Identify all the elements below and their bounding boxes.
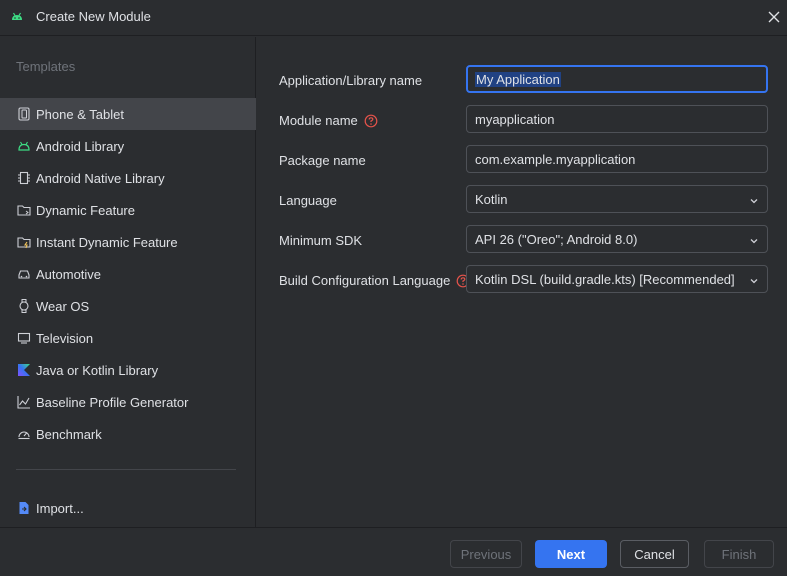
build-config-label-wrap: Build Configuration Language xyxy=(279,273,470,288)
template-label: Automotive xyxy=(36,266,102,282)
window-title: Create New Module xyxy=(36,9,151,24)
build-config-label: Build Configuration Language xyxy=(279,273,451,288)
module-name-input[interactable]: myapplication xyxy=(466,105,768,133)
native-library-icon xyxy=(17,171,31,185)
templates-sidebar: Templates Phone & Tablet Android Library… xyxy=(0,37,256,527)
template-label: Phone & Tablet xyxy=(36,106,124,122)
car-icon xyxy=(17,267,31,281)
template-label: Android Native Library xyxy=(36,170,165,186)
module-name-label-wrap: Module name xyxy=(279,113,378,128)
template-wear-os[interactable]: Wear OS xyxy=(0,290,256,322)
template-label: Benchmark xyxy=(36,426,102,442)
sidebar-divider xyxy=(16,469,236,470)
module-name-label: Module name xyxy=(279,113,358,128)
instant-feature-icon xyxy=(17,235,31,249)
watch-icon xyxy=(17,299,31,313)
template-label: Android Library xyxy=(36,138,125,154)
module-form: Application/Library name My Application … xyxy=(257,37,787,527)
android-icon xyxy=(17,139,31,153)
chevron-down-icon xyxy=(749,234,759,244)
cancel-button[interactable]: Cancel xyxy=(620,540,689,568)
import-section: Import... xyxy=(0,492,256,524)
template-television[interactable]: Television xyxy=(0,322,256,354)
tv-icon xyxy=(17,331,31,345)
build-config-value: Kotlin DSL (build.gradle.kts) [Recommend… xyxy=(475,271,735,287)
app-name-row: Application/Library name My Application xyxy=(257,65,787,97)
app-name-input[interactable]: My Application xyxy=(466,65,768,93)
build-config-dropdown[interactable]: Kotlin DSL (build.gradle.kts) [Recommend… xyxy=(466,265,768,293)
language-value: Kotlin xyxy=(475,191,508,207)
android-icon xyxy=(10,10,24,24)
module-name-row: Module name myapplication xyxy=(257,105,787,137)
dynamic-feature-icon xyxy=(17,203,31,217)
template-label: Baseline Profile Generator xyxy=(36,394,189,410)
template-baseline-profile-generator[interactable]: Baseline Profile Generator xyxy=(0,386,256,418)
app-name-label: Application/Library name xyxy=(279,73,423,88)
import-file-icon xyxy=(17,501,31,515)
import-label: Import... xyxy=(36,500,84,516)
finish-button[interactable]: Finish xyxy=(704,540,774,568)
package-name-value: com.example.myapplication xyxy=(475,151,636,167)
close-icon[interactable] xyxy=(764,7,784,27)
build-config-row: Build Configuration Language Kotlin DSL … xyxy=(257,265,787,297)
app-name-value: My Application xyxy=(475,71,561,87)
template-label: Wear OS xyxy=(36,298,90,314)
title-bar: Create New Module xyxy=(0,0,787,36)
min-sdk-label: Minimum SDK xyxy=(279,233,363,248)
baseline-chart-icon xyxy=(17,395,31,409)
language-label: Language xyxy=(279,193,337,208)
min-sdk-value: API 26 ("Oreo"; Android 8.0) xyxy=(475,231,638,247)
template-automotive[interactable]: Automotive xyxy=(0,258,256,290)
template-label: Instant Dynamic Feature xyxy=(36,234,178,250)
dialog-footer: Previous Next Cancel Finish xyxy=(0,527,787,576)
next-button[interactable]: Next xyxy=(535,540,607,568)
template-dynamic-feature[interactable]: Dynamic Feature xyxy=(0,194,256,226)
previous-button[interactable]: Previous xyxy=(450,540,522,568)
help-icon[interactable] xyxy=(364,114,378,128)
min-sdk-row: Minimum SDK API 26 ("Oreo"; Android 8.0) xyxy=(257,225,787,257)
template-label: Java or Kotlin Library xyxy=(36,362,159,378)
kotlin-icon xyxy=(17,363,31,377)
template-android-library[interactable]: Android Library xyxy=(0,130,256,162)
templates-heading: Templates xyxy=(16,59,76,74)
chevron-down-icon xyxy=(749,194,759,204)
template-list: Phone & Tablet Android Library Android N… xyxy=(0,98,256,450)
template-instant-dynamic-feature[interactable]: Instant Dynamic Feature xyxy=(0,226,256,258)
phone-tablet-icon xyxy=(17,107,31,121)
template-phone-tablet[interactable]: Phone & Tablet xyxy=(0,98,256,130)
language-row: Language Kotlin xyxy=(257,185,787,217)
package-name-row: Package name com.example.myapplication xyxy=(257,145,787,177)
chevron-down-icon xyxy=(749,274,759,284)
package-name-input[interactable]: com.example.myapplication xyxy=(466,145,768,173)
package-name-label: Package name xyxy=(279,153,366,168)
module-name-value: myapplication xyxy=(475,111,555,127)
template-label: Television xyxy=(36,330,94,346)
template-java-kotlin-library[interactable]: Java or Kotlin Library xyxy=(0,354,256,386)
import-button[interactable]: Import... xyxy=(0,492,256,524)
template-label: Dynamic Feature xyxy=(36,202,135,218)
template-benchmark[interactable]: Benchmark xyxy=(0,418,256,450)
gauge-icon xyxy=(17,427,31,441)
min-sdk-dropdown[interactable]: API 26 ("Oreo"; Android 8.0) xyxy=(466,225,768,253)
template-android-native-library[interactable]: Android Native Library xyxy=(0,162,256,194)
language-dropdown[interactable]: Kotlin xyxy=(466,185,768,213)
